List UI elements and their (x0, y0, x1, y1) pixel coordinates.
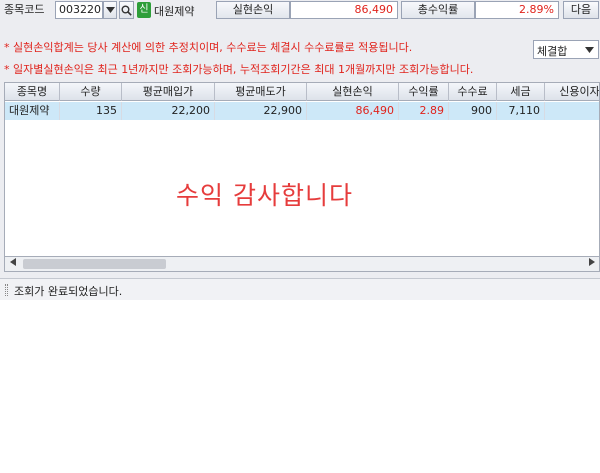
col-header-qty[interactable]: 수량 (60, 83, 122, 101)
realized-label: 실현손익 (232, 3, 274, 16)
status-bar: 조회가 완료되었습니다. (0, 278, 600, 300)
total-return-value-cell: 2.89% (475, 1, 559, 19)
table-row[interactable]: 대원제약 135 22,200 22,900 86,490 2.89 900 7… (5, 102, 599, 120)
col-header-tax[interactable]: 세금 (497, 83, 545, 101)
col-header-avg-sell[interactable]: 평균매도가 (215, 83, 307, 101)
grip-icon (5, 284, 8, 296)
basis-select[interactable]: 체결합 (533, 40, 599, 59)
cell-return: 2.89 (399, 102, 449, 120)
search-button[interactable] (119, 1, 134, 19)
horizontal-scrollbar[interactable] (4, 256, 600, 272)
stock-code-value: 003220 (59, 3, 101, 16)
cell-avg-sell: 22,900 (215, 102, 307, 120)
total-return-value: 2.89% (519, 3, 554, 16)
cell-qty: 135 (60, 102, 122, 120)
col-header-fee[interactable]: 수수료 (449, 83, 497, 101)
stock-code-input[interactable]: 003220 (55, 1, 103, 19)
chevron-left-icon (9, 258, 16, 266)
stock-code-label: 종목코드 (4, 3, 45, 16)
scrollbar-thumb[interactable] (23, 259, 166, 269)
status-text: 조회가 완료되었습니다. (14, 285, 123, 298)
cell-fee: 900 (449, 102, 497, 120)
notice-line-1: * 실현손익합계는 당사 계산에 의한 추정치이며, 수수료는 체결시 수수료률… (4, 41, 413, 54)
code-dropdown-button[interactable] (103, 1, 117, 19)
next-button[interactable]: 다음 (563, 1, 599, 19)
toolbar: 종목코드 003220 신 대원제약 실현손익 86,490 총수익률 2.89… (0, 0, 600, 40)
col-header-return[interactable]: 수익률 (399, 83, 449, 101)
chevron-down-icon (105, 7, 115, 13)
app-window: 종목코드 003220 신 대원제약 실현손익 86,490 총수익률 2.89… (0, 0, 600, 300)
cell-credit-interest (545, 102, 599, 120)
stock-name-field: 대원제약 (152, 1, 210, 19)
search-icon (121, 5, 132, 16)
cell-name: 대원제약 (5, 102, 60, 120)
col-header-name[interactable]: 종목명 (5, 83, 60, 101)
col-header-credit-interest[interactable]: 신용이자 (545, 83, 599, 101)
basis-select-value: 체결합 (537, 45, 568, 58)
total-return-label: 총수익률 (417, 3, 459, 16)
stock-name: 대원제약 (154, 5, 195, 18)
realized-label-cell: 실현손익 (216, 1, 290, 19)
table-header: 종목명 수량 평균매입가 평균매도가 실현손익 수익률 수수료 세금 신용이자 (5, 83, 599, 101)
notice-line-2: * 일자별실현손익은 최근 1년까지만 조회가능하며, 누적조회기간은 최대 1… (4, 63, 474, 76)
scroll-left-button[interactable] (5, 257, 20, 271)
chevron-right-icon (588, 258, 595, 266)
col-header-realized[interactable]: 실현손익 (307, 83, 399, 101)
col-header-avg-buy[interactable]: 평균매입가 (122, 83, 215, 101)
realized-value: 86,490 (354, 3, 394, 16)
total-return-label-cell: 총수익률 (401, 1, 475, 19)
scroll-right-button[interactable] (584, 257, 599, 271)
cell-realized: 86,490 (307, 102, 399, 120)
overlay-message: 수익 감사합니다 (176, 181, 353, 210)
cell-tax: 7,110 (497, 102, 545, 120)
credit-badge: 신 (137, 2, 151, 18)
chevron-down-icon (585, 47, 594, 53)
cell-avg-buy: 22,200 (122, 102, 215, 120)
realized-value-cell: 86,490 (290, 1, 398, 19)
